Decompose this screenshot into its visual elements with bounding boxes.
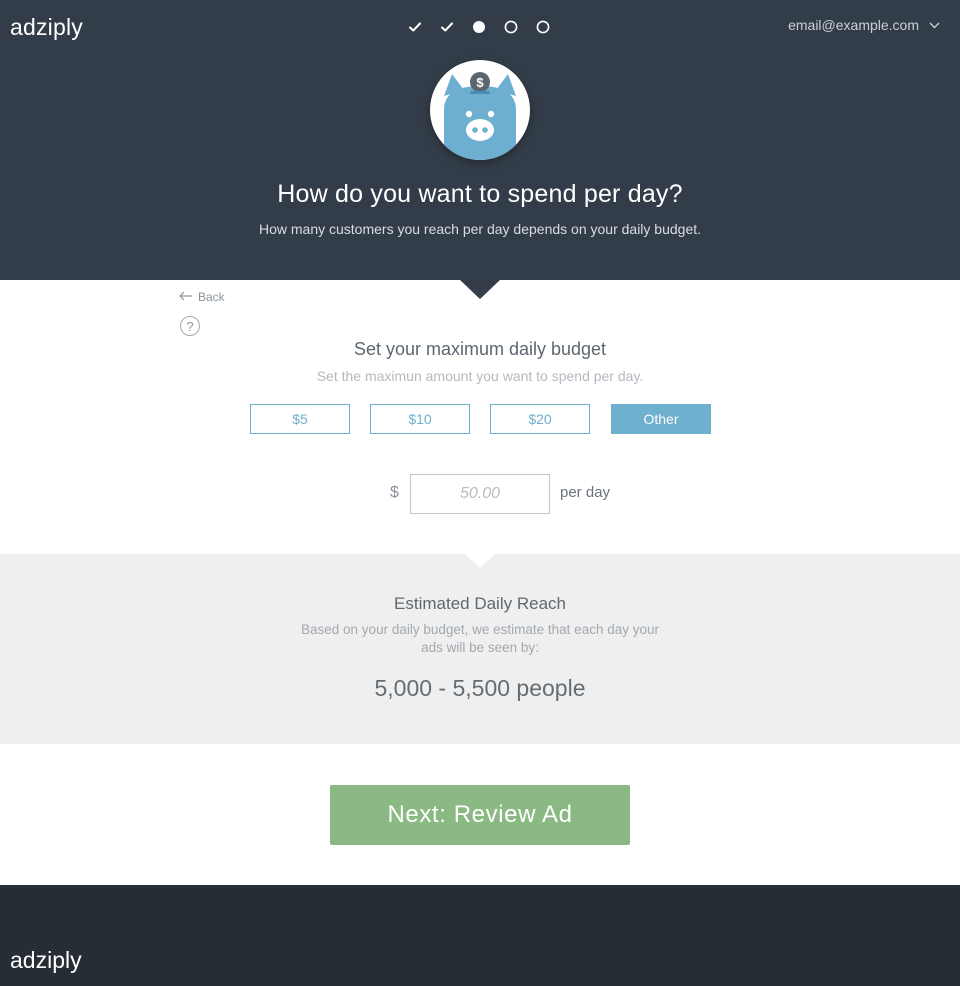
daily-budget-input[interactable] xyxy=(410,474,550,514)
reach-value: 5,000 - 5,500 people xyxy=(374,675,586,701)
empty-circle-icon xyxy=(536,20,550,34)
page-subtitle: How many customers you reach per day dep… xyxy=(258,221,702,237)
account-menu[interactable]: email@example.com xyxy=(788,17,940,33)
footer-logo[interactable]: adziply xyxy=(10,947,82,974)
budget-subtitle: Set the maximun amount you want to spend… xyxy=(316,368,644,384)
step-5-upcoming xyxy=(536,20,550,34)
svg-text:$: $ xyxy=(476,75,484,90)
chevron-down-icon xyxy=(929,22,940,29)
budget-option-10[interactable]: $10 xyxy=(370,404,470,434)
piggy-bank-badge: $ xyxy=(430,60,530,160)
brand-logo[interactable]: adziply xyxy=(10,14,83,41)
reach-description: Based on your daily budget, we estimate … xyxy=(301,622,659,655)
next-review-ad-button[interactable]: Next: Review Ad xyxy=(330,785,630,845)
help-icon[interactable]: ? xyxy=(180,316,200,336)
empty-circle-icon xyxy=(504,20,518,34)
back-label: Back xyxy=(198,290,225,304)
filled-dot-icon xyxy=(472,20,486,34)
step-1-completed xyxy=(408,20,422,34)
page-title: How do you want to spend per day? xyxy=(277,180,683,208)
arrow-left-icon xyxy=(179,290,193,304)
per-day-label: per day xyxy=(560,484,611,501)
account-email: email@example.com xyxy=(788,17,919,33)
budget-option-20[interactable]: $20 xyxy=(490,404,590,434)
reach-notch xyxy=(465,554,495,568)
budget-option-other[interactable]: Other xyxy=(611,404,711,434)
progress-steps xyxy=(408,19,550,35)
budget-title: Set your maximum daily budget xyxy=(353,339,607,359)
budget-option-5[interactable]: $5 xyxy=(250,404,350,434)
header: adziply email@example.com $ How do you w… xyxy=(0,0,960,280)
header-pointer xyxy=(460,280,500,299)
reach-title: Estimated Daily Reach xyxy=(394,594,566,613)
step-3-current xyxy=(472,20,486,34)
footer: adziply xyxy=(0,885,960,986)
step-4-upcoming xyxy=(504,20,518,34)
check-icon xyxy=(409,22,421,32)
step-2-completed xyxy=(440,20,454,34)
piggy-bank-icon: $ xyxy=(430,72,530,160)
currency-symbol: $ xyxy=(390,484,399,501)
check-icon xyxy=(441,22,453,32)
back-link[interactable]: Back xyxy=(179,290,225,304)
